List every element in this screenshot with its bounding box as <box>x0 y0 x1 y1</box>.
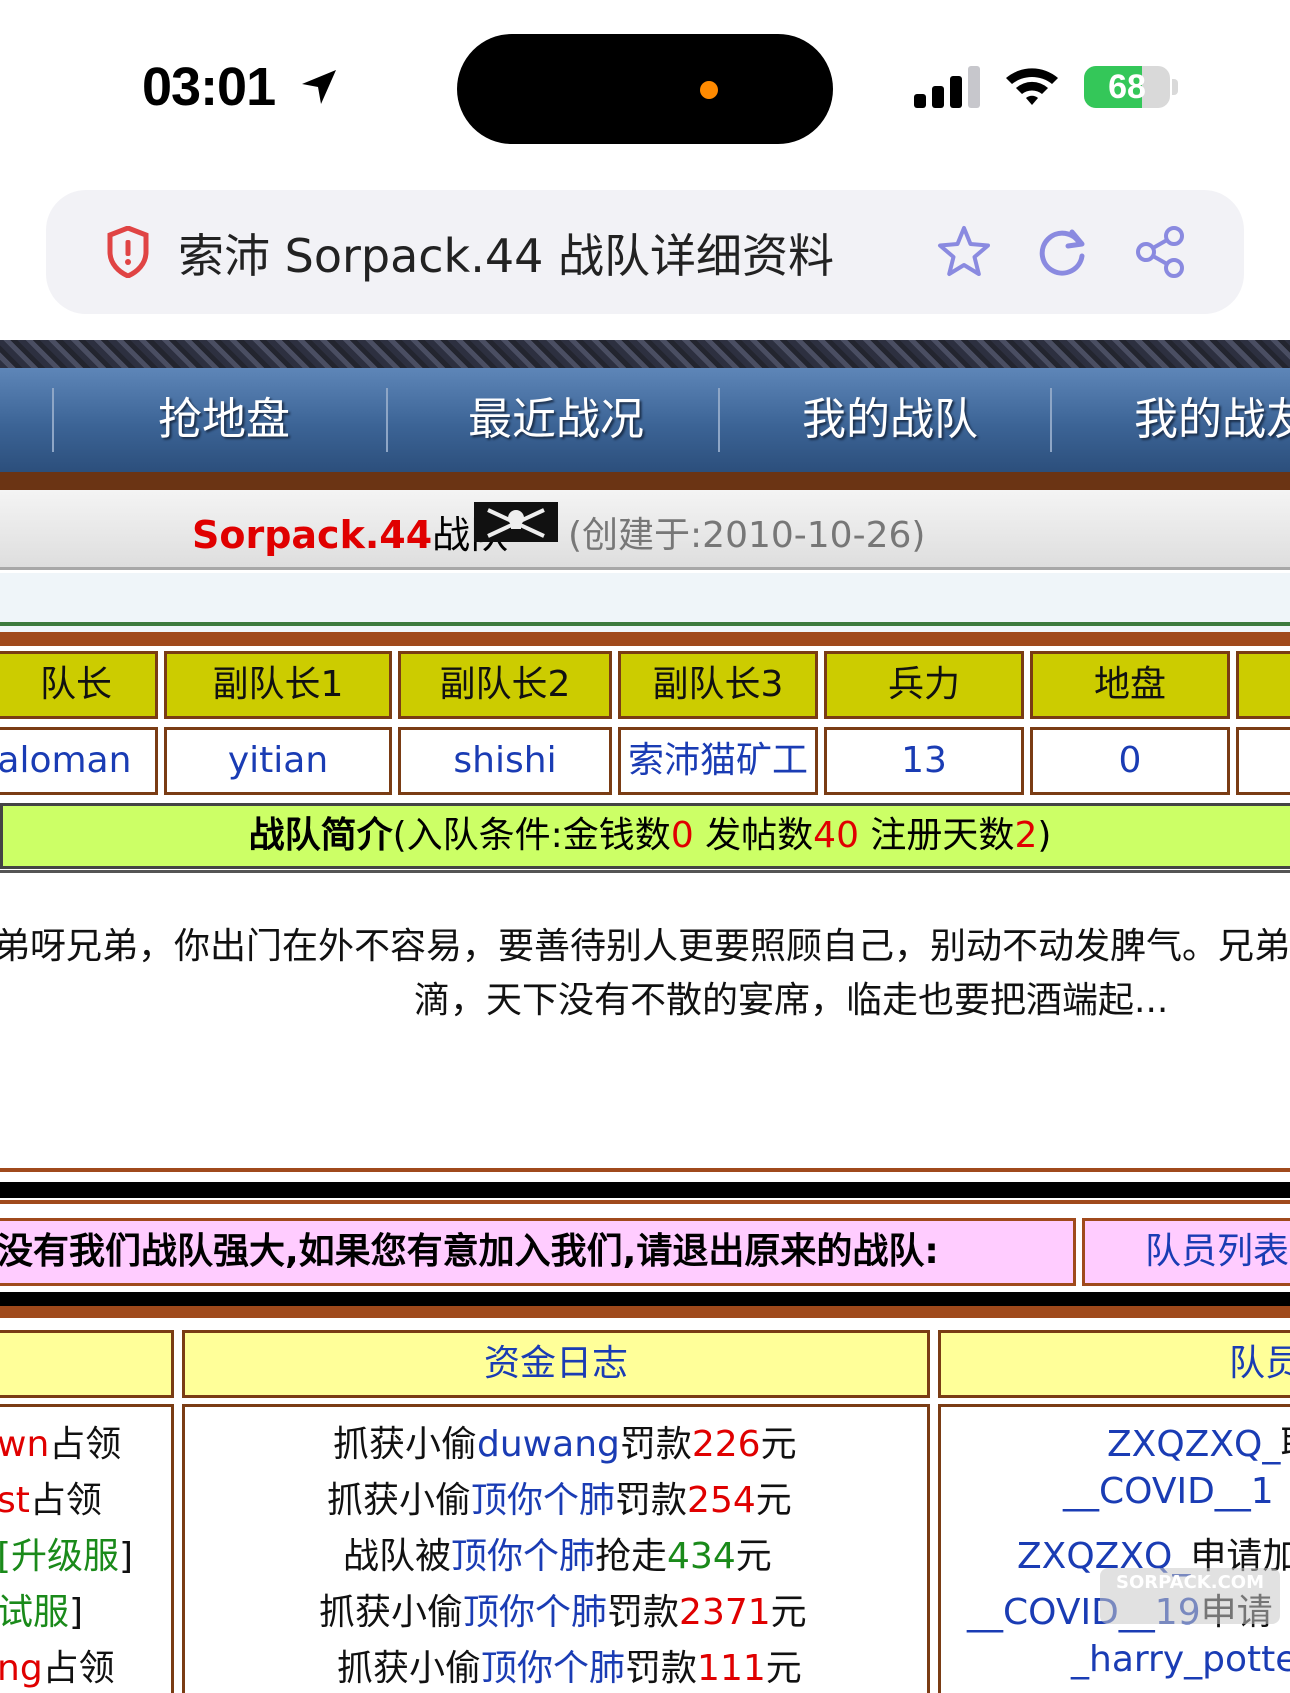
list-item: [升级服] <box>0 1536 134 1577</box>
extra-value <box>1236 727 1290 795</box>
description-line-1: 弟呀兄弟，你出门在外不容易，要善待别人更要照顾自己，别动不动发脾气。兄弟 <box>0 926 1290 967</box>
vice-captain-1-link[interactable]: yitian <box>164 727 392 795</box>
list-item: wn占领 <box>0 1424 122 1465</box>
funds-log: 抓获小偷duwang罚款226元 抓获小偷顶你个肺罚款254元 战队被顶你个肺抢… <box>182 1404 930 1693</box>
battery-percent: 68 <box>1108 68 1146 106</box>
battery-icon: 68 <box>1084 66 1178 108</box>
list-item: st占领 <box>0 1480 102 1521</box>
territory-value: 0 <box>1030 727 1230 795</box>
team-header: Sorpack.44战队 (创建于:2010-10-26) <box>0 490 1290 570</box>
team-description: 弟呀兄弟，你出门在外不容易，要善待别人更要照顾自己，别动不动发脾气。兄弟 滴，天… <box>0 870 1290 1120</box>
main-nav: 抢地盘 最近战况 我的战队 我的战友 <box>0 368 1290 472</box>
member-log: ZXQZXQ_取 __COVID__1 ZXQZXQ_申请加 __COVID__… <box>938 1404 1290 1693</box>
location-arrow-icon <box>302 70 336 104</box>
troops-value: 13 <box>824 727 1024 795</box>
web-page: 抢地盘 最近战况 我的战队 我的战友 Sorpack.44战队 (创建于:201… <box>0 340 1290 1693</box>
list-item: _harry_potter <box>1071 1639 1290 1680</box>
nav-grab-territory[interactable]: 抢地盘 <box>158 368 290 472</box>
captain-link[interactable]: paloman <box>0 727 158 795</box>
vice-captain-3-link[interactable]: 索沛猫矿工 <box>618 727 818 795</box>
header-vice-captain-3: 副队长3 <box>618 651 818 719</box>
header-extra <box>1236 651 1290 719</box>
header-vice-captain-1: 副队长1 <box>164 651 392 719</box>
dynamic-island <box>457 34 833 144</box>
page-title: 索沛 Sorpack.44 战队详细资料 <box>178 229 834 283</box>
star-icon[interactable] <box>934 222 994 282</box>
status-bar: 03:01 68 <box>0 0 1290 175</box>
left-log: wn占领 st占领 [升级服] 试服] ng占领 <box>0 1404 174 1693</box>
share-icon[interactable] <box>1130 222 1190 282</box>
list-item: 试服] <box>0 1592 84 1633</box>
privacy-indicator-dot <box>700 81 718 99</box>
site-watermark: SORPACK.COM <box>1100 1568 1280 1624</box>
list-item: __COVID__1 <box>1063 1471 1274 1512</box>
description-line-2: 滴，天下没有不散的宴席，临走也要把酒端起... <box>414 980 1169 1021</box>
banner-texture <box>0 340 1290 368</box>
created-date: (创建于:2010-10-26) <box>568 515 926 556</box>
list-item: 战队被顶你个肺抢走434元 <box>343 1536 772 1577</box>
list-item: 抓获小偷顶你个肺罚款254元 <box>327 1480 792 1521</box>
header-troops: 兵力 <box>824 651 1024 719</box>
funds-log-header[interactable]: 资金日志 <box>182 1330 930 1398</box>
nav-my-team[interactable]: 我的战队 <box>802 368 978 472</box>
nav-recent-battles[interactable]: 最近战况 <box>468 368 644 472</box>
reload-icon[interactable] <box>1032 222 1092 282</box>
address-bar[interactable]: 索沛 Sorpack.44 战队详细资料 <box>46 190 1244 314</box>
header-captain: 队长 <box>0 651 158 719</box>
vice-captain-2-link[interactable]: shishi <box>398 727 612 795</box>
shield-alert-icon[interactable] <box>106 226 150 278</box>
wifi-icon <box>1006 68 1058 105</box>
header-vice-captain-2: 副队长2 <box>398 651 612 719</box>
members-list-link[interactable]: 队员列表 <box>1082 1218 1290 1286</box>
team-intro-bar: 战队简介(入队条件:金钱数0 发帖数40 注册天数2) <box>0 803 1290 869</box>
list-item: 抓获小偷duwang罚款226元 <box>333 1424 797 1465</box>
header-territory: 地盘 <box>1030 651 1230 719</box>
list-item: 抓获小偷顶你个肺罚款111元 <box>337 1648 802 1689</box>
list-item: ZXQZXQ_取 <box>1107 1424 1290 1465</box>
list-item: 抓获小偷顶你个肺罚款2371元 <box>319 1592 807 1633</box>
pirate-flag-icon <box>474 502 558 542</box>
list-item: ng占领 <box>0 1648 115 1689</box>
recruit-message: 没有我们战队强大,如果您有意加入我们,请退出原来的战队: <box>0 1218 1076 1286</box>
members-header[interactable]: 队员 <box>938 1330 1290 1398</box>
clock: 03:01 <box>142 57 276 117</box>
nav-my-teammates[interactable]: 我的战友 <box>1134 368 1290 472</box>
team-name: Sorpack.44战队 <box>192 513 509 557</box>
left-section-header <box>0 1330 174 1398</box>
cellular-signal-icon <box>914 66 980 108</box>
